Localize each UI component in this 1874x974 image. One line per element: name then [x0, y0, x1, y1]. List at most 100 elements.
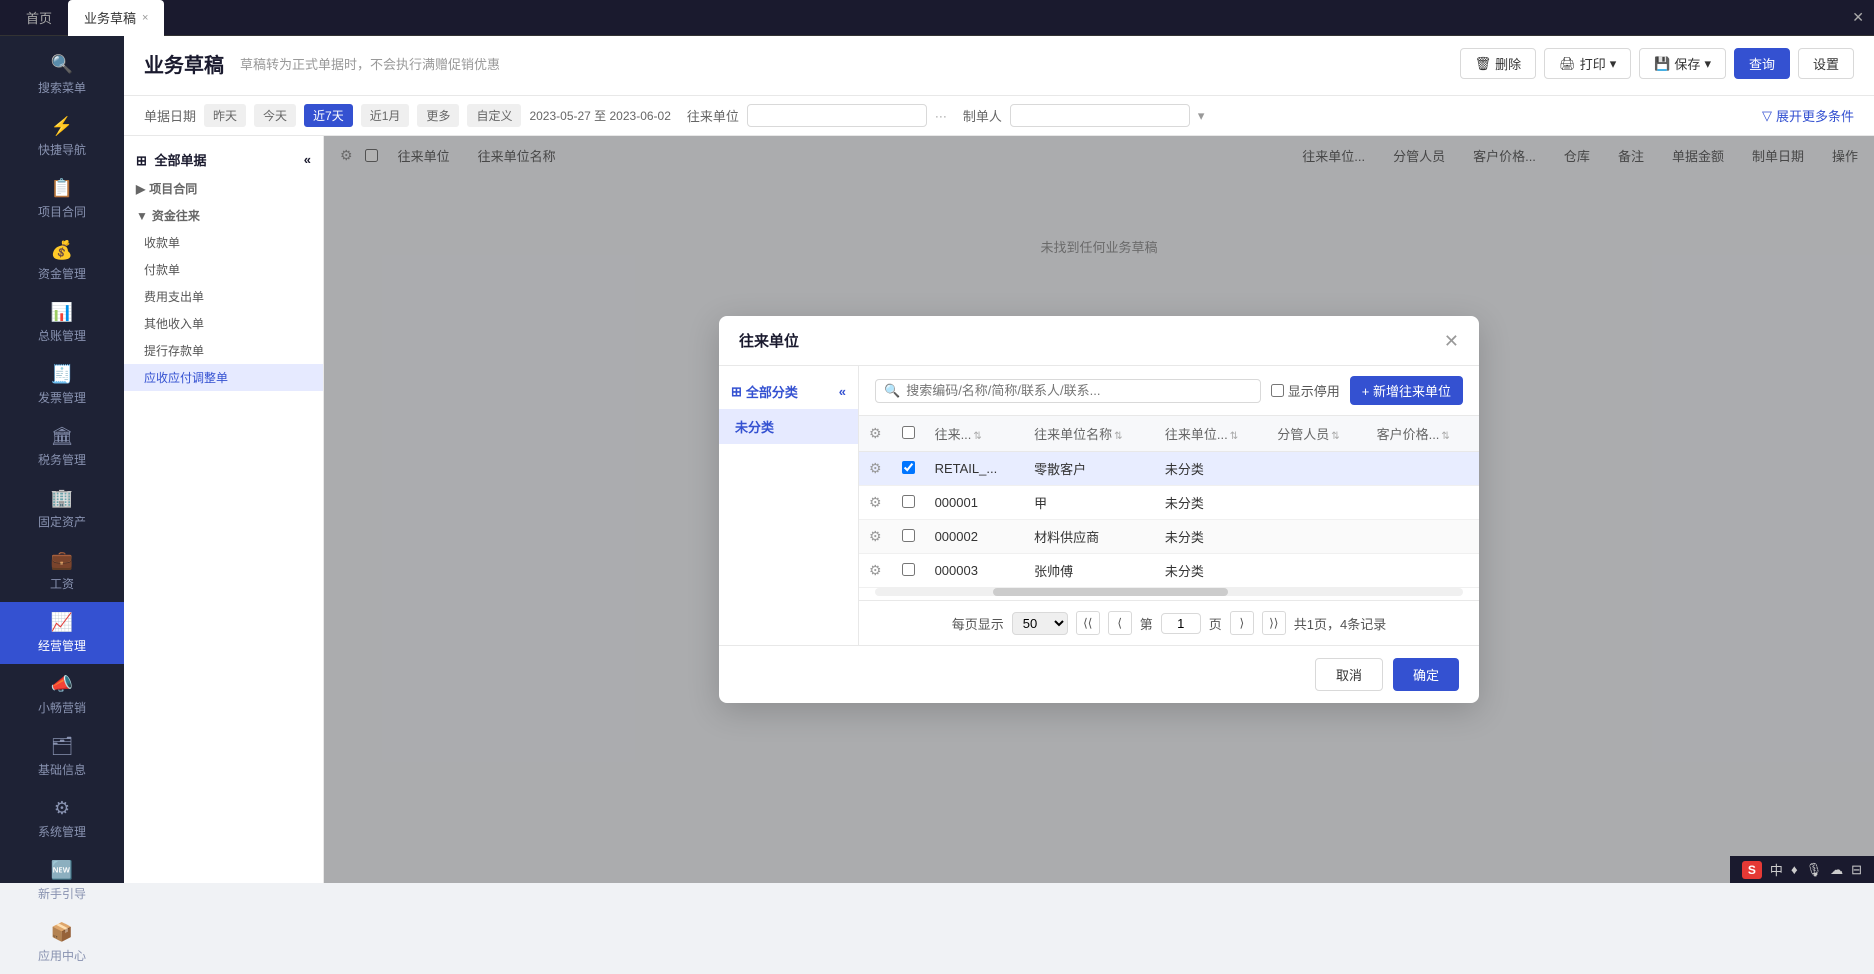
- left-panel-item-adjustment[interactable]: 应收应付调整单: [124, 364, 323, 391]
- grid-icon: ⊞: [731, 384, 742, 400]
- row-gear: ⚙: [859, 486, 892, 520]
- date-btn-yesterday[interactable]: 昨天: [204, 104, 246, 127]
- date-btn-7days[interactable]: 近7天: [304, 104, 353, 127]
- status-cloud: ☁: [1830, 862, 1843, 878]
- sidebar-item-accounting[interactable]: 📊 总账管理: [0, 292, 124, 354]
- sidebar-item-basic[interactable]: 🗂 基础信息: [0, 726, 124, 788]
- dialog-left-item-uncategorized[interactable]: 未分类: [719, 409, 858, 444]
- left-panel-item-payment[interactable]: 付款单: [124, 256, 323, 283]
- dialog-collapse-icon[interactable]: «: [839, 384, 846, 399]
- date-btn-more[interactable]: 更多: [417, 104, 459, 127]
- left-panel-section-project[interactable]: ▶ 项目合同: [124, 175, 323, 202]
- horizontal-scrollbar[interactable]: [875, 588, 1463, 596]
- scrollbar-thumb[interactable]: [993, 588, 1228, 596]
- sidebar-item-guide[interactable]: 🆕 新手引导: [0, 850, 124, 912]
- add-partner-button[interactable]: + 新增往来单位: [1350, 376, 1463, 405]
- th-category: 往来单位...⇅: [1155, 416, 1267, 452]
- sidebar-item-payroll[interactable]: 💼 工资: [0, 540, 124, 602]
- show-disabled-label[interactable]: 显示停用: [1271, 381, 1340, 400]
- left-panel: ⊞ 全部单据 « ▶ 项目合同 ▼ 资金往来 收款单 付款单 费用支出单 其他收…: [124, 136, 324, 883]
- sidebar-item-tax[interactable]: 🏛 税务管理: [0, 416, 124, 478]
- row-code: 000001: [925, 486, 1025, 520]
- settings-button[interactable]: 设置: [1798, 48, 1854, 79]
- partner-search-box[interactable]: 🔍: [875, 379, 1261, 403]
- prev-page-button[interactable]: ⟨: [1108, 611, 1132, 635]
- tab-close-icon[interactable]: ×: [142, 12, 148, 24]
- dialog-close-button[interactable]: ✕: [1444, 332, 1459, 350]
- row-category: 未分类: [1155, 520, 1267, 554]
- partner-filter-group: 往来单位 ···: [687, 104, 947, 127]
- left-panel-item-other-income[interactable]: 其他收入单: [124, 310, 323, 337]
- dialog-table: ⚙ 往来...⇅ 往来单位名称⇅ 往来单位...⇅ 分管人员⇅ 客户价格...⇅: [859, 416, 1479, 588]
- left-panel-header[interactable]: ⊞ 全部单据 «: [124, 144, 323, 175]
- left-panel-item-bank[interactable]: 提行存款单: [124, 337, 323, 364]
- partner-input[interactable]: [747, 104, 927, 127]
- partner-table: ⚙ 往来...⇅ 往来单位名称⇅ 往来单位...⇅ 分管人员⇅ 客户价格...⇅: [859, 416, 1479, 588]
- sidebar-item-label: 基础信息: [38, 761, 86, 778]
- table-header-row: ⚙ 往来...⇅ 往来单位名称⇅ 往来单位...⇅ 分管人员⇅ 客户价格...⇅: [859, 416, 1479, 452]
- sidebar-item-label: 小畅营销: [38, 699, 86, 716]
- row-gear: ⚙: [859, 452, 892, 486]
- confirm-button[interactable]: 确定: [1393, 658, 1459, 691]
- row-select-checkbox[interactable]: [902, 495, 915, 508]
- sidebar-item-search-menu[interactable]: 🔍 搜索菜单: [0, 44, 124, 106]
- expand-conditions-button[interactable]: ▽ 展开更多条件: [1762, 106, 1854, 125]
- sidebar-item-appstore[interactable]: 📦 应用中心: [0, 912, 124, 974]
- dialog-left-all-category[interactable]: ⊞ 全部分类 «: [719, 374, 858, 409]
- left-panel-item-expense[interactable]: 费用支出单: [124, 283, 323, 310]
- sidebar-item-asset[interactable]: 🏢 固定资产: [0, 478, 124, 540]
- sidebar-item-quick-nav[interactable]: ⚡ 快捷导航: [0, 106, 124, 168]
- partner-search-input[interactable]: [906, 383, 1252, 398]
- date-btn-custom[interactable]: 自定义: [467, 104, 521, 127]
- left-panel-title: ⊞ 全部单据: [136, 150, 207, 169]
- sidebar-item-label: 资金管理: [38, 265, 86, 282]
- grid-icon: ⊞: [136, 153, 147, 168]
- search-menu-icon: 🔍: [51, 54, 73, 75]
- left-panel-collapse-icon[interactable]: «: [304, 152, 311, 167]
- tab-home[interactable]: 首页: [10, 0, 68, 36]
- sidebar-item-marketing[interactable]: 📣 小畅营销: [0, 664, 124, 726]
- creator-input[interactable]: [1010, 104, 1190, 127]
- date-btn-1month[interactable]: 近1月: [361, 104, 410, 127]
- sidebar-item-finance[interactable]: 💰 资金管理: [0, 230, 124, 292]
- save-button[interactable]: 💾 保存 ▾: [1639, 48, 1726, 79]
- row-name: 甲: [1024, 486, 1155, 520]
- first-page-button[interactable]: ⟨⟨: [1076, 611, 1100, 635]
- row-select-checkbox[interactable]: [902, 563, 915, 576]
- show-disabled-checkbox[interactable]: [1271, 384, 1284, 397]
- table-row[interactable]: ⚙ 000003 张帅傅 未分类: [859, 554, 1479, 588]
- tab-draft[interactable]: 业务草稿 ×: [68, 0, 164, 36]
- row-select-checkbox[interactable]: [902, 529, 915, 542]
- query-button[interactable]: 查询: [1734, 48, 1790, 79]
- print-button[interactable]: 🖨 打印 ▾: [1544, 48, 1631, 79]
- partner-more-icon: ···: [935, 109, 947, 123]
- last-page-button[interactable]: ⟩⟩: [1262, 611, 1286, 635]
- left-panel-item-receipt[interactable]: 收款单: [124, 229, 323, 256]
- sidebar-item-label: 新手引导: [38, 885, 86, 902]
- sidebar-item-invoice[interactable]: 🧾 发票管理: [0, 354, 124, 416]
- window-close-icon[interactable]: ✕: [1852, 9, 1864, 26]
- table-gear-icon[interactable]: ⚙: [869, 425, 882, 441]
- creator-label: 制单人: [963, 106, 1002, 125]
- table-row[interactable]: ⚙ RETAIL_... 零散客户 未分类: [859, 452, 1479, 486]
- row-select-checkbox[interactable]: [902, 461, 915, 474]
- date-range: 2023-05-27 至 2023-06-02: [529, 107, 670, 124]
- creator-filter-group: 制单人 ▾: [963, 104, 1205, 127]
- page-size-select[interactable]: 50 10 20 100: [1012, 612, 1068, 635]
- table-row[interactable]: ⚙ 000001 甲 未分类: [859, 486, 1479, 520]
- sidebar-item-project[interactable]: 📋 项目合同: [0, 168, 124, 230]
- page-number-input[interactable]: [1161, 613, 1201, 634]
- date-btn-today[interactable]: 今天: [254, 104, 296, 127]
- cancel-button[interactable]: 取消: [1315, 658, 1383, 691]
- sidebar-item-system[interactable]: ⚙ 系统管理: [0, 788, 124, 850]
- row-name: 零散客户: [1024, 452, 1155, 486]
- left-panel-section-finance[interactable]: ▼ 资金往来: [124, 202, 323, 229]
- sidebar-item-ops[interactable]: 📈 经营管理: [0, 602, 124, 664]
- sidebar-item-label: 项目合同: [38, 203, 86, 220]
- table-row[interactable]: ⚙ 000002 材料供应商 未分类: [859, 520, 1479, 554]
- select-all-checkbox-dialog[interactable]: [902, 426, 915, 439]
- next-page-button[interactable]: ⟩: [1230, 611, 1254, 635]
- row-checkbox: [892, 554, 925, 588]
- appstore-icon: 📦: [51, 922, 73, 943]
- delete-button[interactable]: 🗑 删除: [1460, 48, 1537, 79]
